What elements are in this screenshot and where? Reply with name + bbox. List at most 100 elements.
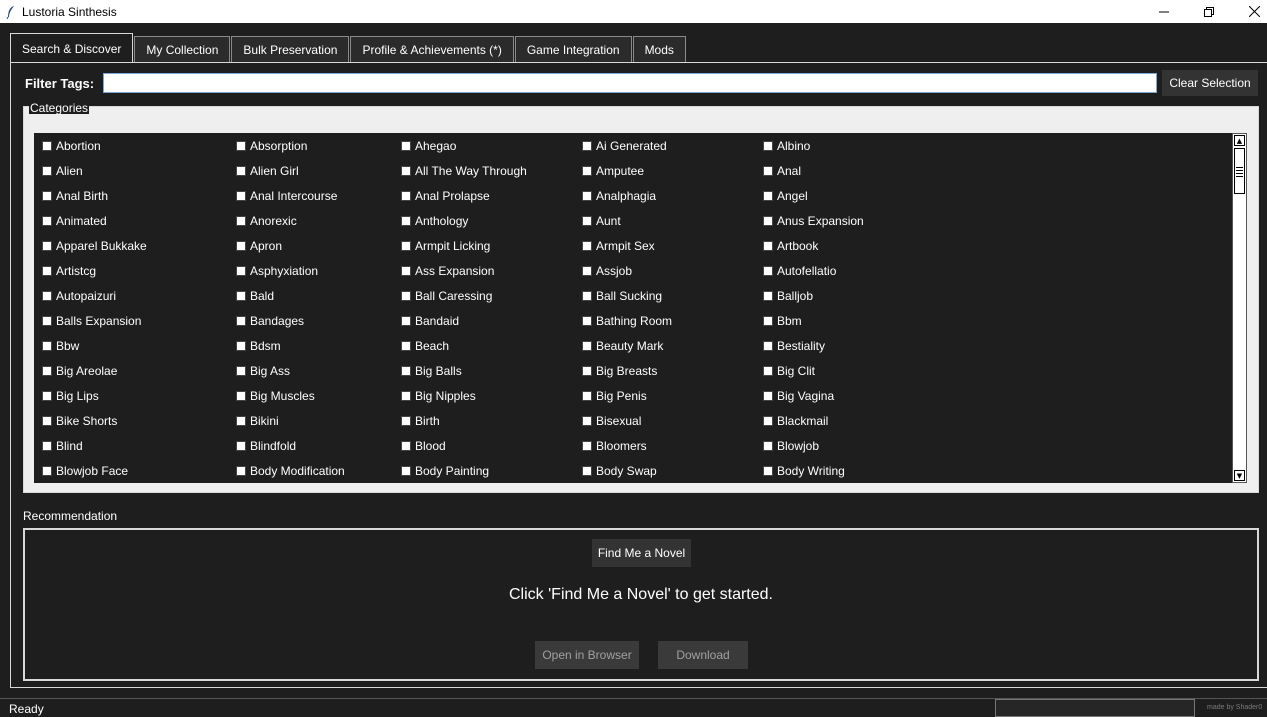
category-checkbox[interactable]: Autopaizuri [42,288,116,304]
checkbox-box[interactable] [582,466,592,476]
checkbox-box[interactable] [42,166,52,176]
checkbox-box[interactable] [763,466,773,476]
checkbox-box[interactable] [763,166,773,176]
download-button[interactable]: Download [658,641,748,669]
checkbox-box[interactable] [236,441,246,451]
checkbox-box[interactable] [236,191,246,201]
category-checkbox[interactable]: Anal Intercourse [236,188,337,204]
checkbox-box[interactable] [236,391,246,401]
checkbox-box[interactable] [42,216,52,226]
category-checkbox[interactable]: Blackmail [763,413,828,429]
checkbox-box[interactable] [236,241,246,251]
categories-scrollbar[interactable]: ▲ ▼ [1232,133,1247,483]
category-checkbox[interactable]: Animated [42,213,107,229]
category-checkbox[interactable]: Bandaid [401,313,459,329]
checkbox-box[interactable] [582,291,592,301]
close-icon[interactable] [1232,0,1267,23]
category-checkbox[interactable]: Artbook [763,238,818,254]
category-checkbox[interactable]: Balls Expansion [42,313,141,329]
tab-game-integration[interactable]: Game Integration [514,36,632,63]
checkbox-box[interactable] [236,166,246,176]
checkbox-box[interactable] [582,166,592,176]
category-checkbox[interactable]: Big Penis [582,388,647,404]
checkbox-box[interactable] [763,316,773,326]
checkbox-box[interactable] [236,216,246,226]
tab-bulk-preservation[interactable]: Bulk Preservation [231,36,350,63]
category-checkbox[interactable]: Armpit Sex [582,238,655,254]
category-checkbox[interactable]: Autofellatio [763,263,836,279]
category-checkbox[interactable]: Bestiality [763,338,825,354]
checkbox-box[interactable] [42,191,52,201]
category-checkbox[interactable]: Blood [401,438,446,454]
checkbox-box[interactable] [236,366,246,376]
category-checkbox[interactable]: Body Painting [401,463,489,479]
checkbox-box[interactable] [582,441,592,451]
category-checkbox[interactable]: Bikini [236,413,279,429]
category-checkbox[interactable]: Bike Shorts [42,413,117,429]
category-checkbox[interactable]: Beauty Mark [582,338,663,354]
checkbox-box[interactable] [763,266,773,276]
category-checkbox[interactable]: Big Areolae [42,363,117,379]
category-checkbox[interactable]: Big Nipples [401,388,476,404]
checkbox-box[interactable] [42,141,52,151]
category-checkbox[interactable]: Bbw [42,338,79,354]
checkbox-box[interactable] [763,191,773,201]
scrollbar-thumb[interactable] [1234,148,1245,194]
category-checkbox[interactable]: Birth [401,413,440,429]
filter-tags-input[interactable] [103,73,1157,93]
category-checkbox[interactable]: Body Writing [763,463,845,479]
checkbox-box[interactable] [401,441,411,451]
checkbox-box[interactable] [401,266,411,276]
find-novel-button[interactable]: Find Me a Novel [592,539,691,567]
checkbox-box[interactable] [763,441,773,451]
checkbox-box[interactable] [582,241,592,251]
checkbox-box[interactable] [236,466,246,476]
category-checkbox[interactable]: Absorption [236,138,307,154]
category-checkbox[interactable]: Amputee [582,163,644,179]
category-checkbox[interactable]: Blowjob [763,438,819,454]
category-checkbox[interactable]: Blowjob Face [42,463,128,479]
category-checkbox[interactable]: Alien [42,163,83,179]
category-checkbox[interactable]: Asphyxiation [236,263,318,279]
checkbox-box[interactable] [42,441,52,451]
category-checkbox[interactable]: Body Modification [236,463,345,479]
checkbox-box[interactable] [42,316,52,326]
category-checkbox[interactable]: Anal Prolapse [401,188,490,204]
checkbox-box[interactable] [582,416,592,426]
category-checkbox[interactable]: Bandages [236,313,304,329]
category-checkbox[interactable]: Assjob [582,263,632,279]
checkbox-box[interactable] [582,266,592,276]
category-checkbox[interactable]: Bbm [763,313,802,329]
category-checkbox[interactable]: Blindfold [236,438,296,454]
checkbox-box[interactable] [763,366,773,376]
category-checkbox[interactable]: Abortion [42,138,101,154]
category-checkbox[interactable]: Bald [236,288,274,304]
category-checkbox[interactable]: Armpit Licking [401,238,490,254]
checkbox-box[interactable] [401,366,411,376]
category-checkbox[interactable]: Big Ass [236,363,290,379]
category-checkbox[interactable]: Albino [763,138,810,154]
checkbox-box[interactable] [763,341,773,351]
checkbox-box[interactable] [236,416,246,426]
category-checkbox[interactable]: Ahegao [401,138,456,154]
checkbox-box[interactable] [401,466,411,476]
category-checkbox[interactable]: Ass Expansion [401,263,494,279]
category-checkbox[interactable]: Big Vagina [763,388,834,404]
checkbox-box[interactable] [401,141,411,151]
checkbox-box[interactable] [42,266,52,276]
checkbox-box[interactable] [236,266,246,276]
checkbox-box[interactable] [401,191,411,201]
checkbox-box[interactable] [42,466,52,476]
checkbox-box[interactable] [582,391,592,401]
category-checkbox[interactable]: Balljob [763,288,813,304]
checkbox-box[interactable] [401,241,411,251]
checkbox-box[interactable] [763,416,773,426]
checkbox-box[interactable] [582,141,592,151]
tab-search-discover[interactable]: Search & Discover [10,33,134,63]
open-in-browser-button[interactable]: Open in Browser [535,641,639,669]
category-checkbox[interactable]: Apron [236,238,282,254]
category-checkbox[interactable]: Ball Caressing [401,288,492,304]
checkbox-box[interactable] [582,366,592,376]
category-checkbox[interactable]: Anal Birth [42,188,108,204]
restore-icon[interactable] [1187,0,1231,23]
